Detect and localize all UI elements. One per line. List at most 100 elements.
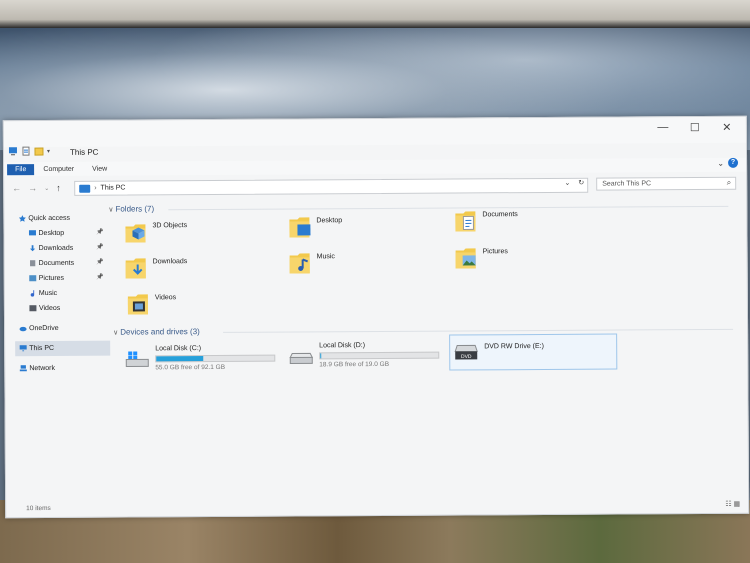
picture-icon xyxy=(29,275,37,282)
3d-objects-folder-icon xyxy=(125,224,146,243)
sidebar-item-label: Documents xyxy=(38,259,75,268)
sidebar-item-label: Network xyxy=(29,364,56,373)
collapse-chevron-icon: ∨ xyxy=(113,329,119,337)
sidebar-item-this-pc[interactable]: This PC xyxy=(15,340,111,357)
windows-drive-icon xyxy=(125,351,149,368)
music-icon xyxy=(30,290,35,297)
window-title: This PC xyxy=(69,147,99,157)
address-buttons: ⌄ ↻ xyxy=(564,179,584,187)
sidebar-item-network[interactable]: Network xyxy=(15,361,110,377)
sidebar-item-label: Videos xyxy=(38,304,61,313)
help-icon[interactable]: ? xyxy=(728,157,739,168)
collapse-chevron-icon: ∨ xyxy=(108,206,114,214)
folder-label: Downloads xyxy=(152,258,188,266)
maximize-button[interactable]: ☐ xyxy=(684,121,706,134)
sidebar-item-videos[interactable]: Videos xyxy=(15,301,110,317)
sidebar-item-quick-access[interactable]: Quick access xyxy=(14,211,109,227)
drive-free-space: 55.0 GB free of 92.1 GB xyxy=(155,363,226,372)
sidebar-item-label: Desktop xyxy=(38,229,65,238)
sidebar-item-desktop[interactable]: Desktop 📌 xyxy=(14,226,109,242)
drive-c[interactable]: Local Disk (C:) 55.0 GB free of 92.1 GB xyxy=(121,342,281,377)
network-icon xyxy=(19,365,27,372)
monitor-bezel xyxy=(0,0,750,28)
drive-e[interactable]: DVD DVD RW Drive (E:) xyxy=(449,333,618,371)
drive-label: Local Disk (C:) xyxy=(155,345,202,353)
sidebar-item-onedrive[interactable]: OneDrive xyxy=(15,321,110,337)
minimize-button[interactable]: — xyxy=(652,121,674,133)
new-folder-icon[interactable] xyxy=(34,146,44,156)
sidebar-item-pictures[interactable]: Pictures 📌 xyxy=(15,271,110,287)
dvd-badge: DVD xyxy=(461,354,472,360)
folder-label: Music xyxy=(316,253,335,261)
address-bar[interactable]: › This PC ⌄ ↻ xyxy=(74,177,589,196)
drive-d[interactable]: Local Disk (D:) 18.9 GB free of 19.0 GB xyxy=(285,339,445,374)
folder-documents[interactable]: Documents xyxy=(450,205,610,242)
expand-ribbon-icon[interactable]: ⌄ xyxy=(717,158,724,167)
breadcrumb-separator: › xyxy=(94,184,97,192)
properties-icon[interactable] xyxy=(21,146,31,156)
videos-folder-icon xyxy=(127,294,148,315)
search-placeholder: Search This PC xyxy=(602,180,652,188)
up-arrow-icon[interactable]: ↑ xyxy=(56,183,61,193)
document-icon xyxy=(30,260,36,267)
tab-file[interactable]: File xyxy=(7,163,35,175)
folder-downloads[interactable]: Downloads xyxy=(121,252,281,289)
tab-computer[interactable]: Computer xyxy=(34,165,83,172)
folders-group-label: Folders (7) xyxy=(115,204,155,214)
downloads-folder-icon xyxy=(125,258,146,279)
title-bar: — ☐ ✕ xyxy=(3,116,746,148)
sidebar-item-label: OneDrive xyxy=(29,324,59,333)
file-explorer-window: — ☐ ✕ ▾ This PC File Computer View ⌄ ? ←… xyxy=(2,115,750,519)
pictures-folder-icon xyxy=(455,248,476,269)
tab-view[interactable]: View xyxy=(83,165,116,172)
pin-icon[interactable]: 📌 xyxy=(96,259,104,266)
pin-icon[interactable]: 📌 xyxy=(96,244,104,251)
this-pc-icon xyxy=(79,184,91,193)
folder-music[interactable]: Music xyxy=(285,247,445,284)
refresh-icon[interactable]: ↻ xyxy=(578,180,584,187)
ribbon-controls: ⌄ ? xyxy=(717,157,739,168)
address-dropdown-icon[interactable]: ⌄ xyxy=(564,180,570,187)
capacity-bar-fill xyxy=(320,353,322,359)
sidebar-item-music[interactable]: Music xyxy=(15,286,110,302)
drive-label: DVD RW Drive (E:) xyxy=(484,342,544,351)
folder-videos[interactable]: Videos xyxy=(123,288,283,325)
sidebar-item-label: Pictures xyxy=(38,274,65,283)
pin-icon[interactable]: 📌 xyxy=(96,229,104,236)
forward-arrow-icon[interactable]: → xyxy=(28,183,37,193)
computer-icon xyxy=(8,147,17,156)
folder-pictures[interactable]: Pictures xyxy=(451,242,611,279)
sidebar-item-label: Downloads xyxy=(38,244,74,253)
group-divider xyxy=(223,328,734,333)
music-folder-icon xyxy=(289,253,310,274)
close-button[interactable]: ✕ xyxy=(716,121,738,134)
folder-label: Documents xyxy=(482,211,518,219)
customize-toolbar-icon[interactable]: ▾ xyxy=(47,147,50,154)
breadcrumb-this-pc[interactable]: This PC xyxy=(101,185,126,192)
recent-locations-icon[interactable]: ⌄ xyxy=(44,185,49,192)
item-count: 10 items xyxy=(26,504,51,513)
sidebar-item-label: This PC xyxy=(29,344,55,353)
computer-icon xyxy=(19,345,27,352)
folder-desktop[interactable]: Desktop xyxy=(284,211,444,248)
search-input[interactable]: Search This PC ⌕ xyxy=(596,176,737,191)
capacity-bar xyxy=(319,351,440,360)
status-bar: 10 items ☷ ▦ xyxy=(6,497,748,518)
back-arrow-icon[interactable]: ← xyxy=(12,183,21,193)
sidebar-item-downloads[interactable]: Downloads 📌 xyxy=(15,241,110,257)
sidebar-item-documents[interactable]: Documents 📌 xyxy=(15,256,110,272)
search-icon: ⌕ xyxy=(726,177,732,187)
folder-3d-objects[interactable]: 3D Objects xyxy=(120,216,280,253)
cloud-icon xyxy=(19,326,27,332)
view-toggle-icons[interactable]: ☷ ▦ xyxy=(725,500,740,508)
folder-label: 3D Objects xyxy=(152,222,188,230)
quick-access-toolbar: ▾ xyxy=(8,146,50,156)
ribbon-tabs: File Computer View xyxy=(4,157,747,177)
folder-label: Desktop xyxy=(316,217,343,225)
drives-group-header[interactable]: ∨ Devices and drives (3) xyxy=(113,324,734,337)
pin-icon[interactable]: 📌 xyxy=(96,274,104,281)
group-divider xyxy=(168,205,729,211)
sidebar-item-label: Music xyxy=(38,289,58,298)
desktop-icon xyxy=(28,230,36,236)
folder-label: Pictures xyxy=(482,248,508,256)
